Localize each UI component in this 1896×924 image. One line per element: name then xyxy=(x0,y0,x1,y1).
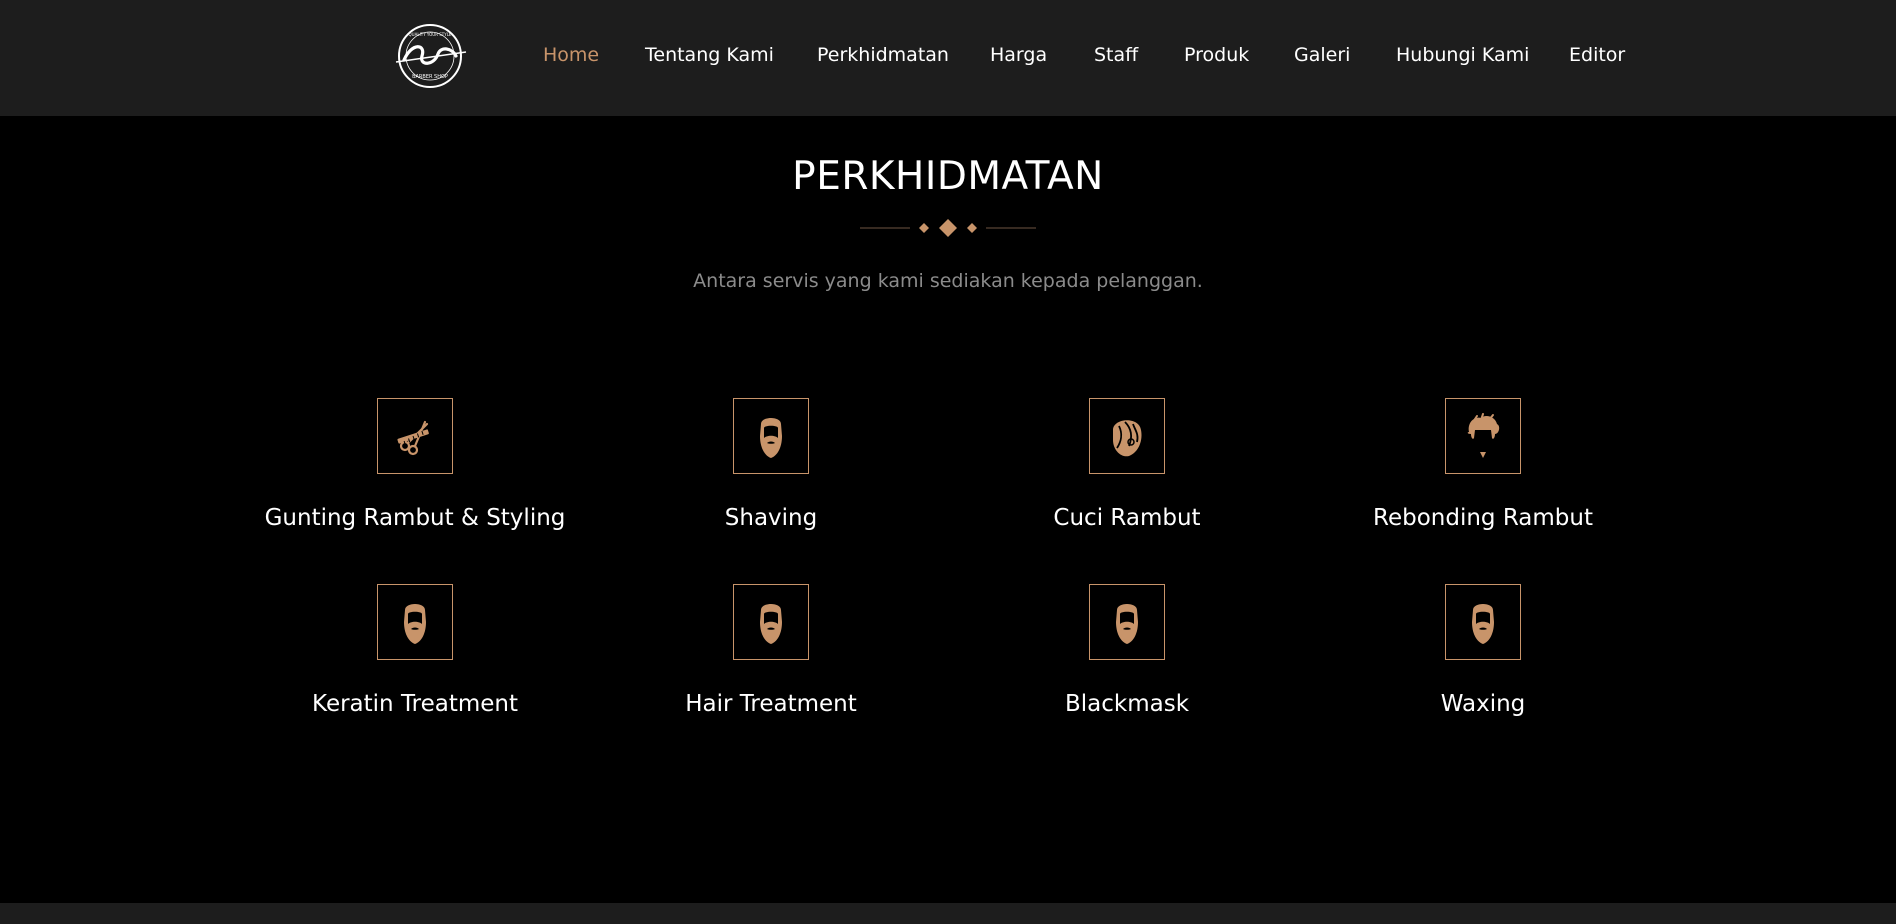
service-icon-box-keratin[interactable] xyxy=(377,584,453,660)
service-icon-box-hair-treatment[interactable] xyxy=(733,584,809,660)
beard-face-icon xyxy=(404,604,426,644)
nav-perkhidmatan[interactable]: Perkhidmatan xyxy=(817,43,949,67)
nav-staff[interactable]: Staff xyxy=(1094,43,1138,67)
service-label-rebonding: Rebonding Rambut xyxy=(1373,505,1593,531)
section-subtitle: Antara servis yang kami sediakan kepada … xyxy=(693,270,1203,292)
nav-produk[interactable]: Produk xyxy=(1184,43,1249,67)
service-label-hair-treatment: Hair Treatment xyxy=(685,691,857,717)
site-header: BARBER SHOP QUALITY YOUR STYLE Home Tent… xyxy=(0,0,1896,116)
footer-strip xyxy=(0,903,1896,924)
scissors-comb-icon xyxy=(397,420,429,456)
nav-hubungi-kami[interactable]: Hubungi Kami xyxy=(1396,43,1529,67)
beard-face-icon xyxy=(760,418,782,458)
nav-home[interactable]: Home xyxy=(543,43,599,67)
nav-editor[interactable]: Editor xyxy=(1569,43,1625,67)
service-icon-box-gunting[interactable] xyxy=(377,398,453,474)
service-icon-box-blackmask[interactable] xyxy=(1089,584,1165,660)
service-label-waxing: Waxing xyxy=(1440,691,1526,717)
service-label-keratin: Keratin Treatment xyxy=(312,691,518,717)
beard-face-icon xyxy=(1472,604,1494,644)
service-icon-box-rebonding[interactable] xyxy=(1445,398,1521,474)
diamond-ornament-icon xyxy=(860,219,1036,237)
logo-top-text: QUALITY YOUR STYLE xyxy=(409,32,452,37)
section-title: PERKHIDMATAN xyxy=(792,154,1104,199)
hair-wash-icon xyxy=(1113,420,1142,457)
hair-style-icon xyxy=(1467,413,1500,458)
nav-tentang-kami[interactable]: Tentang Kami xyxy=(645,43,774,67)
beard-face-icon xyxy=(760,604,782,644)
service-label-gunting: Gunting Rambut & Styling xyxy=(264,505,566,531)
service-label-cuci-rambut: Cuci Rambut xyxy=(1053,505,1201,531)
logo-tagline: BARBER SHOP xyxy=(412,74,448,80)
service-icon-box-cuci-rambut[interactable] xyxy=(1089,398,1165,474)
nav-harga[interactable]: Harga xyxy=(990,43,1047,67)
service-label-shaving: Shaving xyxy=(724,505,818,531)
service-icon-box-shaving[interactable] xyxy=(733,398,809,474)
nav-galeri[interactable]: Galeri xyxy=(1294,43,1350,67)
service-label-blackmask: Blackmask xyxy=(1064,691,1190,717)
service-icon-box-waxing[interactable] xyxy=(1445,584,1521,660)
beard-face-icon xyxy=(1116,604,1138,644)
logo-icon[interactable]: BARBER SHOP QUALITY YOUR STYLE xyxy=(382,22,478,90)
